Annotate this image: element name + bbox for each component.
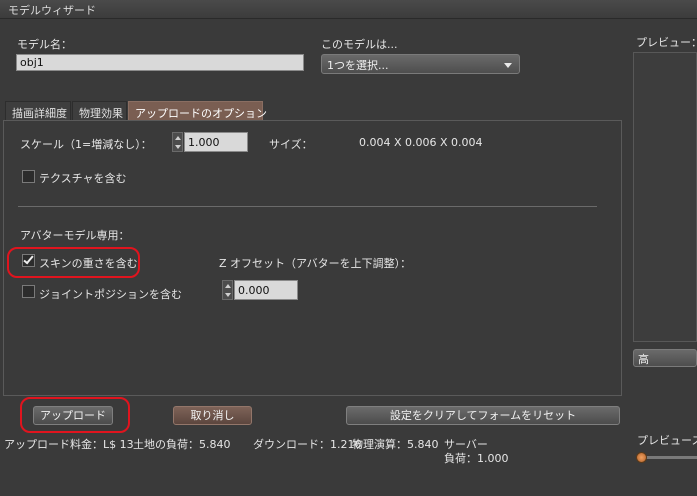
model-name-field[interactable]: obj1 <box>16 54 304 71</box>
size-value: 0.004 X 0.006 X 0.004 <box>359 136 483 149</box>
stepper-down-icon[interactable] <box>225 293 231 297</box>
server-weight: 負荷：1.000 <box>444 452 509 465</box>
preview-slider-label: プレビュース <box>637 434 697 447</box>
scale-stepper[interactable] <box>172 132 183 152</box>
stepper-up-icon[interactable] <box>175 136 181 140</box>
stepper-down-icon[interactable] <box>175 145 181 149</box>
z-offset-stepper[interactable] <box>222 280 233 300</box>
z-offset-field[interactable]: 0.000 <box>234 280 298 300</box>
model-type-dropdown[interactable]: 1つを選択... <box>321 54 520 74</box>
tab-lod[interactable]: 描画詳細度 <box>5 101 71 120</box>
preview-label: プレビュー： <box>636 36 697 49</box>
preview-viewport[interactable] <box>633 52 697 342</box>
cancel-button[interactable]: 取り消し <box>173 406 252 425</box>
joint-positions-label: ジョイントポジションを含む <box>39 288 182 301</box>
scale-label: スケール（1=増減なし）： <box>20 138 152 151</box>
include-textures-label: テクスチャを含む <box>39 172 127 185</box>
title-bar[interactable]: モデルウィザード <box>0 0 697 19</box>
model-type-value: 1つを選択... <box>327 59 389 72</box>
model-name-value: obj1 <box>20 56 44 69</box>
stepper-up-icon[interactable] <box>225 284 231 288</box>
tab-lod-label: 描画詳細度 <box>12 107 67 120</box>
size-label: サイズ： <box>269 138 313 151</box>
physics-weight: 物理演算：5.840 <box>352 438 439 451</box>
avatar-section-label: アバターモデル専用： <box>20 229 130 242</box>
model-type-label: このモデルは... <box>321 38 398 51</box>
preview-slider-track[interactable] <box>640 456 697 459</box>
upload-fee: アップロード料金：L$ 13 <box>4 438 134 451</box>
preview-quality-value: 高 <box>638 353 649 366</box>
scale-value: 1.000 <box>188 136 220 149</box>
preview-quality-dropdown[interactable]: 高 <box>633 349 697 367</box>
tab-physics[interactable]: 物理効果 <box>72 101 127 120</box>
preview-slider-handle[interactable] <box>636 452 647 463</box>
tab-physics-label: 物理効果 <box>79 107 123 120</box>
skin-weights-highlight <box>7 247 140 278</box>
section-divider <box>18 206 597 207</box>
joint-positions-checkbox[interactable] <box>22 285 35 298</box>
z-offset-label: Z オフセット（アバターを上下調整）： <box>219 257 412 270</box>
window-title: モデルウィザード <box>8 4 96 17</box>
scale-field[interactable]: 1.000 <box>184 132 248 152</box>
upload-highlight <box>20 397 130 433</box>
reset-form-button[interactable]: 設定をクリアしてフォームをリセット <box>346 406 620 425</box>
tab-upload-options[interactable]: アップロードのオプション <box>128 101 267 120</box>
include-textures-checkbox[interactable] <box>22 170 35 183</box>
land-impact: 土地の負荷：5.840 <box>133 438 231 451</box>
model-name-label: モデル名： <box>17 38 72 51</box>
z-offset-value: 0.000 <box>238 284 270 297</box>
chevron-down-icon <box>504 63 512 68</box>
download-weight: ダウンロード：1.216 <box>253 438 362 451</box>
tab-upload-options-label: アップロードのオプション <box>135 107 267 120</box>
